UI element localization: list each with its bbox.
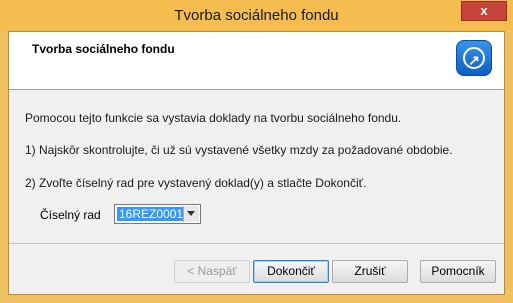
button-divider — [9, 243, 504, 244]
app-logo-icon: ↗ — [456, 40, 492, 76]
close-button[interactable]: x — [461, 1, 507, 21]
title-bar[interactable]: Tvorba sociálneho fondu x — [0, 0, 513, 31]
intro-text: Pomocou tejto funkcie sa vystavia doklad… — [25, 111, 402, 125]
wizard-header: Tvorba sociálneho fondu ↗ — [9, 32, 504, 90]
logo-mark: ↗ — [468, 52, 480, 68]
logo-ring: ↗ — [463, 47, 485, 69]
number-series-select[interactable]: 16REZ0001 — [114, 204, 201, 224]
dialog-client-area: Tvorba sociálneho fondu ↗ Pomocou tejto … — [8, 31, 505, 295]
close-icon: x — [480, 3, 488, 18]
number-series-value[interactable]: 16REZ0001 — [117, 207, 186, 221]
dialog-window: Tvorba sociálneho fondu x Tvorba sociáln… — [0, 0, 513, 303]
finish-button[interactable]: Dokončiť — [253, 260, 329, 283]
step-2-text: 2) Zvoľte číselný rad pre vystavený dokl… — [25, 176, 367, 190]
wizard-header-title: Tvorba sociálneho fondu — [32, 42, 175, 56]
back-button[interactable]: < Naspäť — [174, 260, 250, 283]
cancel-button[interactable]: Zrušiť — [332, 260, 408, 283]
help-button[interactable]: Pomocník — [420, 260, 496, 283]
window-title: Tvorba sociálneho fondu — [174, 7, 339, 24]
step-1-text: 1) Najskôr skontrolujte, či už sú vystav… — [25, 143, 453, 157]
number-series-label: Číselný rad — [40, 208, 101, 222]
chevron-down-icon[interactable] — [183, 206, 199, 222]
